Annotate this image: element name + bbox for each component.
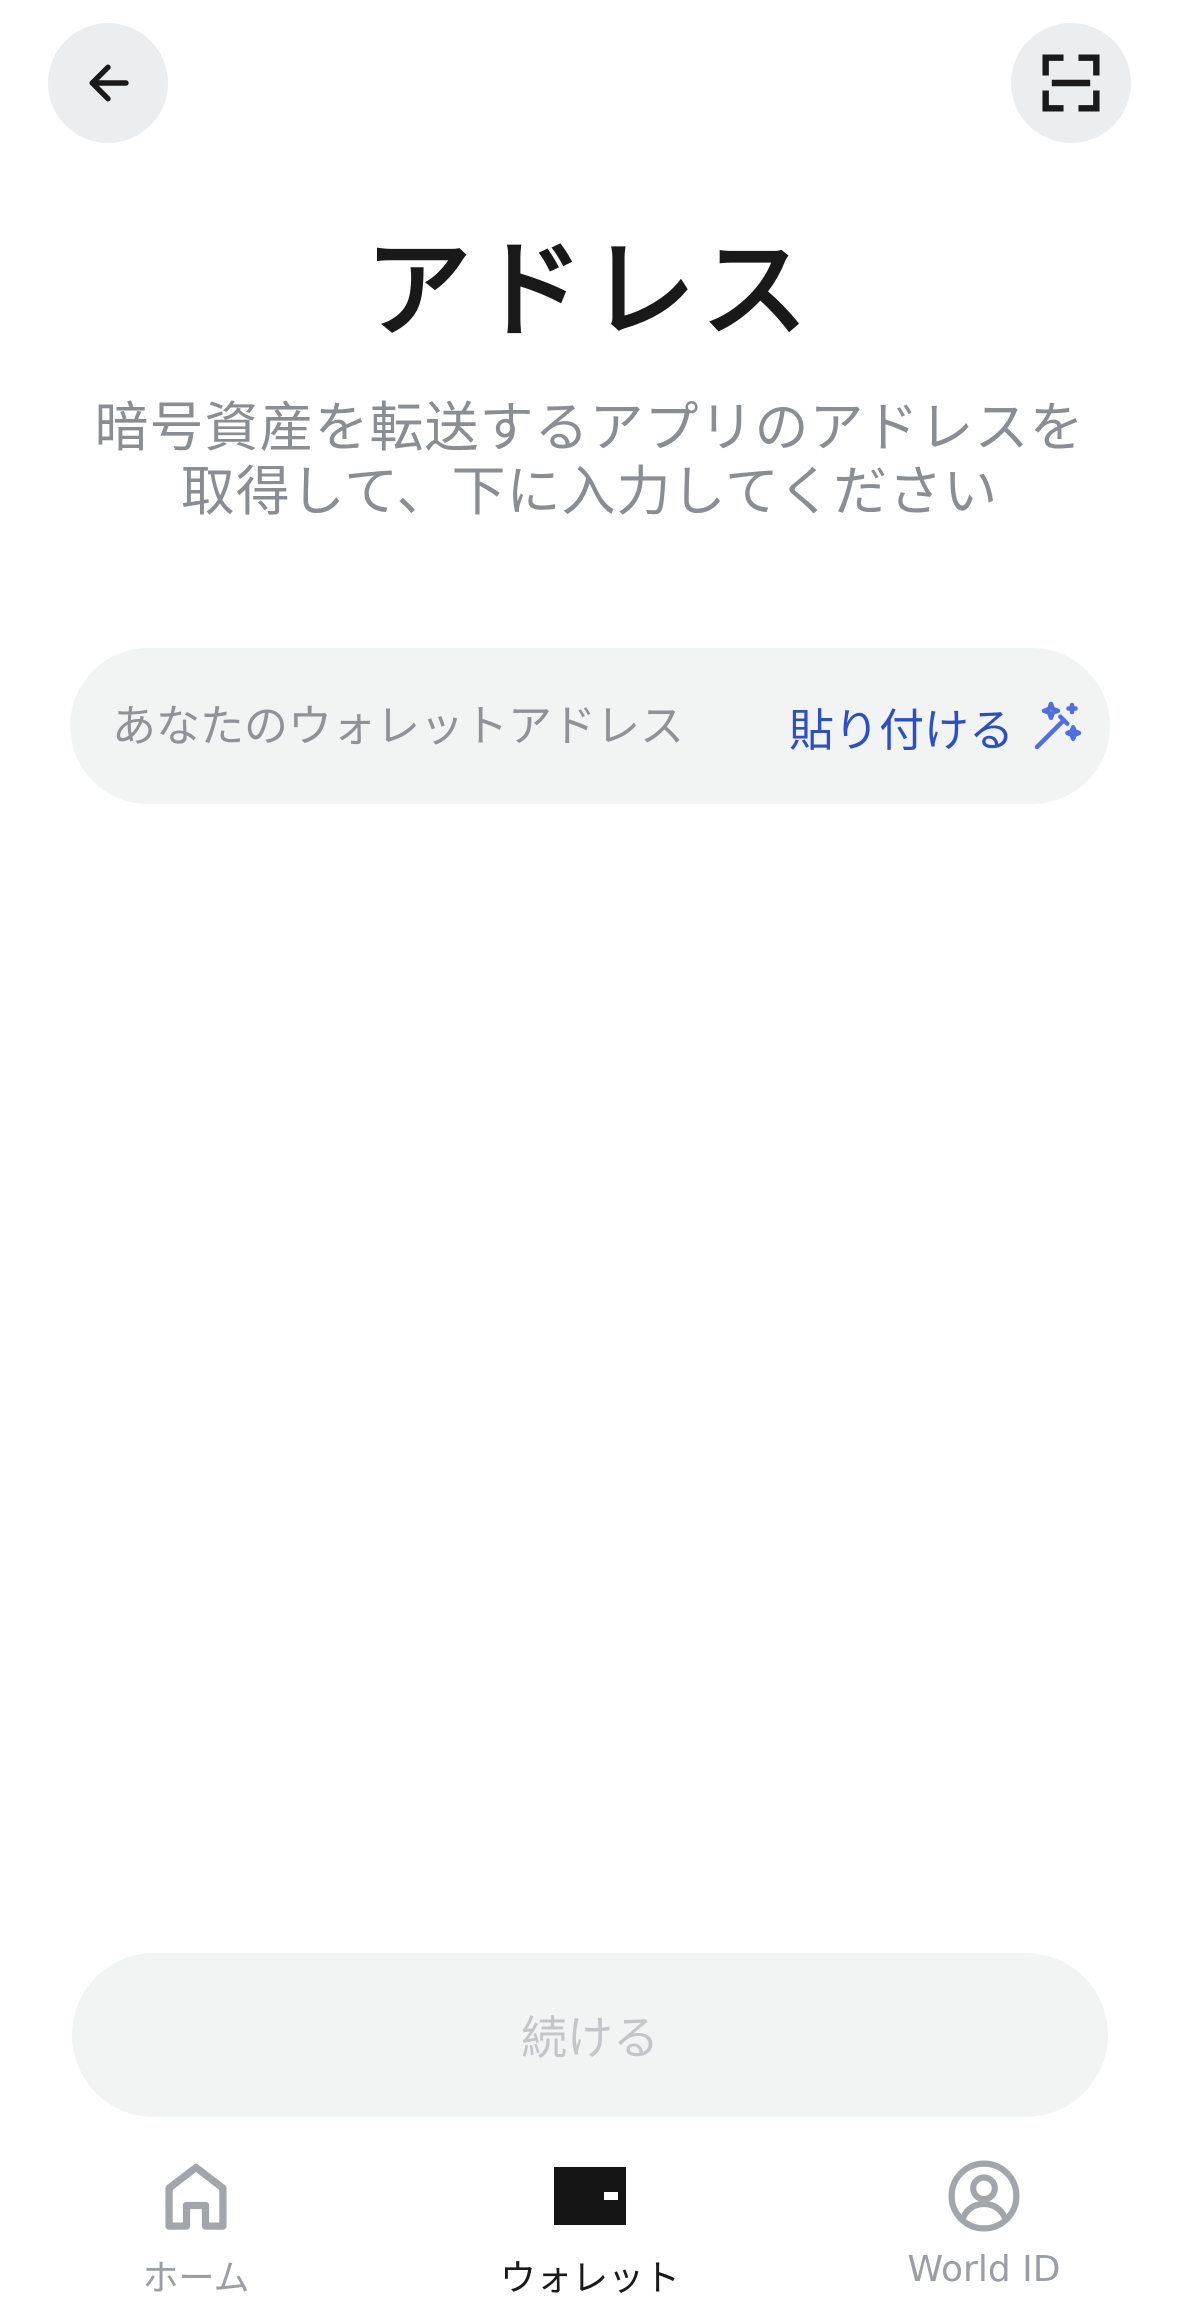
paste-button[interactable]: 貼り付ける [789, 694, 1086, 759]
tab-world-id[interactable]: World ID [834, 2130, 1134, 2310]
back-button[interactable] [48, 23, 168, 143]
scan-frame-icon [1042, 54, 1100, 112]
paste-button-label: 貼り付ける [788, 703, 1014, 757]
subtitle-line-2: 取得して、下に入力してください [180, 460, 999, 523]
tab-home-label: ホーム [142, 2258, 250, 2299]
tab-wallet-label: ウォレット [499, 2258, 680, 2299]
page-subtitle: 暗号資産を転送するアプリのアドレスを 取得して、下に入力してください [60, 396, 1119, 524]
tab-world-id-label: World ID [907, 2249, 1061, 2290]
continue-button[interactable]: 続ける [72, 1953, 1108, 2117]
subtitle-line-1: 暗号資産を転送するアプリのアドレスを [94, 396, 1085, 459]
home-icon [165, 2163, 227, 2230]
scan-qr-button[interactable] [1011, 23, 1131, 143]
tab-wallet[interactable]: ウォレット [440, 2130, 740, 2310]
continue-button-label: 続ける [521, 2011, 659, 2065]
tab-home[interactable]: ホーム [46, 2130, 346, 2310]
user-circle-icon [948, 2160, 1020, 2232]
address-input[interactable] [112, 700, 789, 752]
address-field: 貼り付ける [70, 648, 1110, 804]
magic-wand-icon [1034, 701, 1082, 750]
bottom-tab-bar: ホーム ウォレット World ID [0, 2130, 1179, 2310]
arrow-left-icon [89, 64, 129, 102]
wallet-icon [554, 2167, 626, 2225]
page-title: アドレス [365, 229, 814, 352]
